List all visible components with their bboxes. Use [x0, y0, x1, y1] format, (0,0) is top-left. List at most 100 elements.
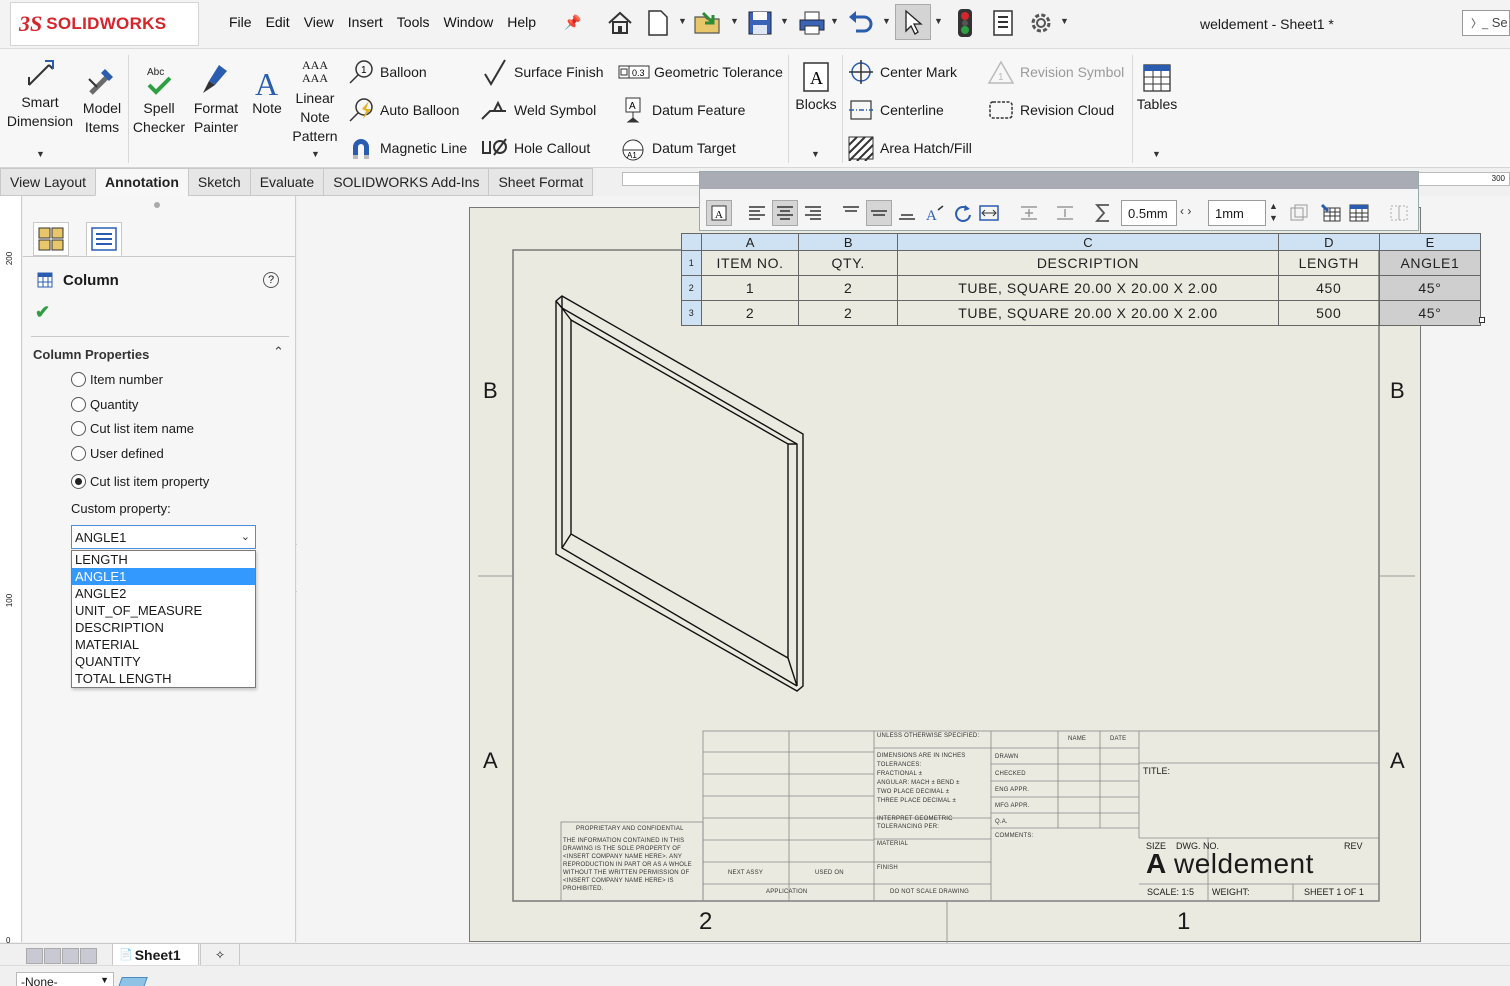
next-sheet-icon[interactable] — [62, 948, 79, 964]
print-icon[interactable] — [796, 6, 828, 40]
frame-drawing-view[interactable] — [555, 295, 804, 692]
align-left-icon[interactable] — [744, 200, 770, 226]
balloon-button[interactable]: 1 Balloon — [346, 57, 427, 87]
print-dropdown-icon[interactable]: ▼ — [830, 16, 839, 26]
cell-padding-input[interactable]: 1mm — [1208, 200, 1266, 226]
panel-grip-dot[interactable] — [154, 202, 160, 208]
chevron-down-icon[interactable]: ⌄ — [241, 530, 250, 543]
undo-dropdown-icon[interactable]: ▼ — [882, 16, 891, 26]
dropdown-option-quantity[interactable]: QUANTITY — [72, 653, 255, 670]
save-icon[interactable] — [744, 6, 776, 40]
sum-icon[interactable] — [1090, 200, 1116, 226]
table-header-icon[interactable]: A — [706, 200, 732, 226]
option-item-number[interactable]: Item number — [71, 372, 163, 387]
select-icon[interactable] — [895, 4, 931, 40]
last-sheet-icon[interactable] — [80, 948, 97, 964]
open-dropdown-icon[interactable]: ▼ — [730, 16, 739, 26]
column-letter-d[interactable]: D — [1277, 233, 1380, 251]
blocks-button[interactable]: A Blocks — [794, 57, 838, 114]
table-cell[interactable]: 450 — [1277, 275, 1380, 301]
select-dropdown-icon[interactable]: ▼ — [934, 16, 943, 26]
table-properties-icon[interactable] — [1318, 200, 1344, 226]
align-right-icon[interactable] — [800, 200, 826, 226]
row-number[interactable]: 1 — [680, 250, 703, 276]
undo-icon[interactable] — [844, 6, 878, 40]
save-dropdown-icon[interactable]: ▼ — [780, 16, 789, 26]
table-grid-icon[interactable] — [1346, 200, 1372, 226]
radio-icon[interactable] — [71, 421, 86, 436]
first-sheet-icon[interactable] — [26, 948, 43, 964]
spell-checker-button[interactable]: Abc Spell Checker — [132, 61, 186, 137]
solidworks-logo[interactable]: 3S SOLIDWORKS — [10, 2, 199, 46]
help-icon[interactable]: ? — [263, 272, 279, 288]
dropdown-option-material[interactable]: MATERIAL — [72, 636, 255, 653]
header-cell[interactable]: ITEM NO. — [701, 250, 800, 276]
table-cell[interactable]: 2 — [798, 300, 899, 326]
centerline-button[interactable]: Centerline — [846, 95, 944, 125]
dropdown-option-unit-of-measure[interactable]: UNIT_OF_MEASURE — [72, 602, 255, 619]
table-corner-cell[interactable] — [680, 233, 703, 251]
header-cell[interactable]: QTY. — [798, 250, 899, 276]
options-gear-icon[interactable] — [1024, 6, 1058, 40]
note-button[interactable]: A Note — [246, 61, 288, 118]
insert-row-below-icon[interactable] — [1052, 200, 1078, 226]
layer-select[interactable]: -None- ▼ — [16, 972, 114, 986]
open-icon[interactable] — [692, 6, 726, 40]
menu-insert[interactable]: Insert — [341, 14, 390, 30]
table-resize-handle[interactable] — [1479, 317, 1485, 323]
options-dropdown-icon[interactable]: ▼ — [1060, 16, 1069, 26]
dropdown-option-angle1[interactable]: ANGLE1 — [72, 568, 255, 585]
menu-edit[interactable]: Edit — [259, 14, 297, 30]
revision-symbol-button[interactable]: 1 Revision Symbol — [986, 57, 1124, 87]
dropdown-option-total-length[interactable]: TOTAL LENGTH — [72, 670, 255, 687]
header-cell-selected[interactable]: ANGLE1 — [1378, 250, 1482, 276]
auto-balloon-button[interactable]: Auto Balloon — [346, 95, 459, 125]
column-properties-header[interactable]: Column Properties — [33, 347, 149, 362]
align-bottom-icon[interactable] — [894, 200, 920, 226]
linear-note-pattern-dropdown-icon[interactable]: ▼ — [311, 149, 320, 159]
fit-text-icon[interactable] — [976, 200, 1002, 226]
column-letter-b[interactable]: B — [798, 233, 899, 251]
weld-symbol-button[interactable]: Weld Symbol — [480, 95, 596, 125]
table-cell[interactable]: TUBE, SQUARE 20.00 X 20.00 X 2.00 — [897, 275, 1279, 301]
feature-manager-tab-icon[interactable] — [33, 222, 69, 256]
tab-sketch[interactable]: Sketch — [187, 168, 251, 196]
bom-table[interactable]: A B C D E 1 ITEM NO. QTY. DESCRIPTION LE… — [680, 233, 1482, 326]
new-dropdown-icon[interactable]: ▼ — [678, 16, 687, 26]
previous-sheet-icon[interactable] — [44, 948, 61, 964]
option-user-defined[interactable]: User defined — [71, 446, 164, 461]
geometric-tolerance-button[interactable]: 0.3 Geometric Tolerance — [618, 57, 783, 87]
datum-target-button[interactable]: A1 Datum Target — [618, 133, 736, 163]
column-letter-a[interactable]: A — [701, 233, 800, 251]
table-cell-selected[interactable]: 45° — [1378, 275, 1482, 301]
tables-dropdown-icon[interactable]: ▼ — [1152, 149, 1161, 159]
sheet-tab-sheet1[interactable]: 📄 Sheet1 — [112, 944, 199, 966]
rotate-icon[interactable] — [950, 200, 976, 226]
blocks-dropdown-icon[interactable]: ▼ — [811, 149, 820, 159]
linear-note-pattern-button[interactable]: AAA AAA Linear Note Pattern — [290, 57, 340, 146]
border-width-input[interactable]: 0.5mm — [1121, 200, 1177, 226]
magnetic-line-button[interactable]: Magnetic Line — [346, 133, 467, 163]
revision-cloud-button[interactable]: Revision Cloud — [986, 95, 1114, 125]
table-cell[interactable]: 2 — [798, 275, 899, 301]
radio-icon[interactable] — [71, 446, 86, 461]
collapse-chevron-icon[interactable]: ⌃ — [273, 344, 284, 360]
copy-format-icon[interactable] — [1286, 200, 1312, 226]
toolbar-title-strip[interactable] — [700, 172, 1418, 189]
dropdown-option-angle2[interactable]: ANGLE2 — [72, 585, 255, 602]
add-sheet-icon[interactable]: ✧ — [200, 944, 240, 966]
column-letter-e[interactable]: E — [1378, 233, 1482, 251]
table-cell-selected[interactable]: 45° — [1378, 300, 1482, 326]
tab-evaluate[interactable]: Evaluate — [249, 168, 325, 196]
text-format-icon[interactable]: A — [922, 200, 948, 226]
row-number[interactable]: 3 — [680, 300, 703, 326]
menu-tools[interactable]: Tools — [390, 14, 437, 30]
menu-file[interactable]: File — [222, 14, 259, 30]
option-cut-list-item-property[interactable]: Cut list item property — [71, 474, 209, 489]
radio-selected-icon[interactable] — [71, 474, 86, 489]
split-table-icon[interactable] — [1386, 200, 1412, 226]
hole-callout-button[interactable]: Hole Callout — [480, 133, 590, 163]
tab-annotation[interactable]: Annotation — [95, 168, 189, 196]
area-hatch-fill-button[interactable]: Area Hatch/Fill — [846, 133, 972, 163]
custom-property-select[interactable]: ANGLE1 ⌄ — [71, 525, 256, 549]
